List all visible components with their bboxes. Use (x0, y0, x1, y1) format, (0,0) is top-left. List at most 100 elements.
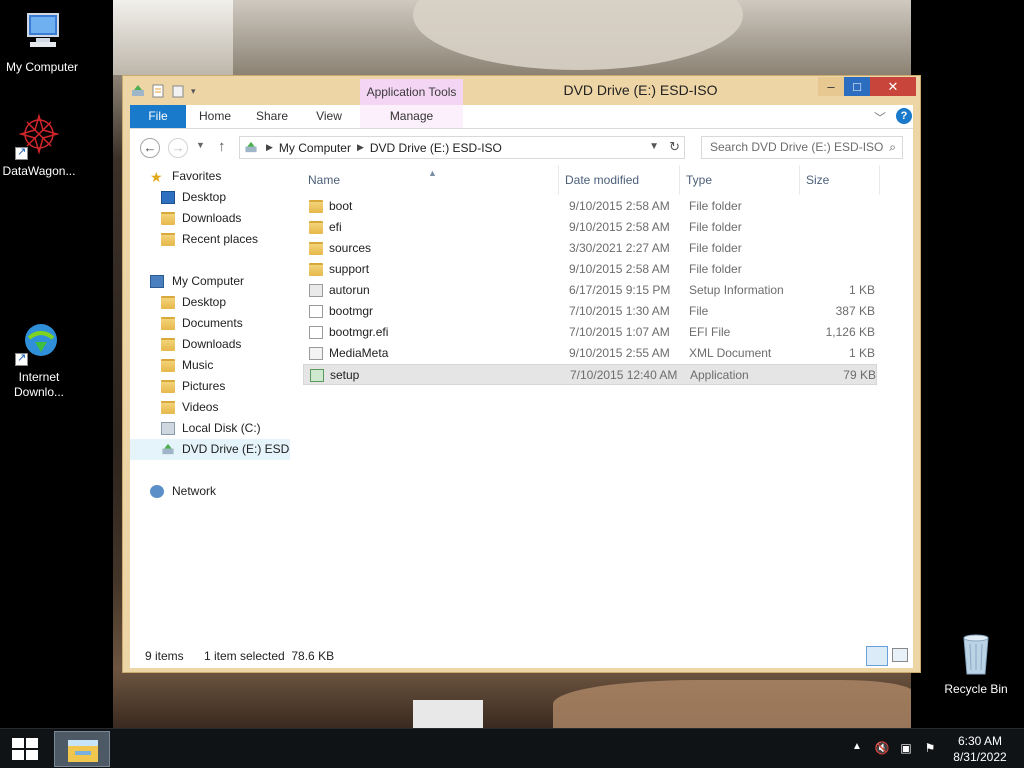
volume-muted-icon[interactable]: 🔇 (874, 741, 890, 757)
nav-computer-dvd-drive[interactable]: DVD Drive (E:) ESD-IS (130, 439, 290, 460)
datawagon-icon (15, 112, 63, 160)
expand-ribbon-chevron-icon[interactable]: ﹀ (874, 109, 886, 126)
desktop-icon-internet-download-manager[interactable]: InternetDownlo... (0, 318, 81, 400)
tab-view[interactable]: View (304, 105, 354, 128)
file-row-bootmgr-efi[interactable]: bootmgr.efi 7/10/2015 1:07 AM EFI File 1,12… (303, 322, 877, 343)
documents-folder-icon (161, 317, 175, 330)
file-type: File folder (689, 262, 742, 276)
window-title: DVD Drive (E:) ESD-ISO (563, 82, 718, 98)
file-type: Setup Information (689, 283, 784, 297)
ribbon-tabs: File Home Share View Manage ﹀ ? (130, 105, 913, 129)
forward-button[interactable]: → (168, 138, 188, 158)
file-size: 1 KB (848, 283, 875, 297)
nav-favorites[interactable]: ★ Favorites (130, 166, 290, 187)
column-header-type[interactable]: Type (680, 165, 800, 195)
title-bar[interactable]: ▾ Application Tools DVD Drive (E:) ESD-I… (123, 76, 920, 105)
file-name: efi (329, 220, 342, 234)
downloads-folder-icon (161, 338, 175, 351)
shortcut-arrow-icon (15, 145, 28, 160)
network-status-icon[interactable]: ▣ (898, 741, 914, 757)
file-row-support[interactable]: support 9/10/2015 2:58 AM File folder (303, 259, 877, 280)
breadcrumb-dvd-drive[interactable]: DVD Drive (E:) ESD-ISO (370, 141, 502, 155)
up-button[interactable]: ↑ (218, 138, 226, 155)
folder-icon (309, 200, 323, 213)
nav-favorites-downloads[interactable]: Downloads (130, 208, 290, 229)
status-selection: 1 item selected 78.6 KB (204, 649, 335, 663)
file-row-boot[interactable]: boot 9/10/2015 2:58 AM File folder (303, 196, 877, 217)
file-name: autorun (329, 283, 370, 297)
file-list: Name ▲ Date modified Type Size boot 9/10/… (302, 165, 913, 644)
nav-computer-desktop[interactable]: Desktop (130, 292, 290, 313)
column-header-name[interactable]: Name ▲ (302, 165, 559, 195)
tab-manage[interactable]: Manage (360, 105, 463, 128)
desktop-icon-my-computer[interactable]: My Computer (0, 8, 84, 75)
file-row-efi[interactable]: efi 9/10/2015 2:58 AM File folder (303, 217, 877, 238)
refresh-icon[interactable]: ↻ (669, 139, 680, 155)
new-folder-icon[interactable] (171, 84, 185, 98)
address-bar[interactable]: ▶ My Computer ▶ DVD Drive (E:) ESD-ISO ▼… (239, 136, 685, 159)
nav-my-computer[interactable]: My Computer (130, 271, 290, 292)
nav-computer-downloads[interactable]: Downloads (130, 334, 290, 355)
details-view-button[interactable] (866, 646, 888, 666)
qat-customize-icon[interactable]: ▾ (191, 86, 196, 97)
file-type: XML Document (689, 346, 772, 360)
recycle-bin-icon (952, 630, 1000, 678)
breadcrumb-my-computer[interactable]: My Computer (279, 141, 351, 155)
file-explorer-window: ▾ Application Tools DVD Drive (E:) ESD-I… (122, 75, 921, 673)
file-name: setup (330, 368, 360, 382)
setup-info-icon (309, 284, 323, 297)
computer-icon (150, 275, 164, 288)
tab-file[interactable]: File (130, 105, 186, 128)
navigation-pane: ★ Favorites Desktop Downloads Recent pla… (130, 165, 290, 644)
nav-computer-videos[interactable]: Videos (130, 397, 290, 418)
nav-computer-documents[interactable]: Documents (130, 313, 290, 334)
close-button[interactable]: ✕ (870, 77, 916, 96)
breadcrumb-separator-icon[interactable]: ▶ (266, 142, 273, 153)
desktop-icon (161, 191, 175, 204)
file-row-sources[interactable]: sources 3/30/2021 2:27 AM File folder (303, 238, 877, 259)
file-name: MediaMeta (329, 346, 389, 360)
action-center-icon[interactable]: ⚑ (922, 741, 938, 757)
clock[interactable]: 6:30 AM 8/31/2022 (946, 733, 1014, 765)
downloads-folder-icon (161, 212, 175, 225)
tab-home[interactable]: Home (190, 105, 240, 128)
videos-folder-icon (161, 401, 175, 414)
dvd-drive-icon (132, 85, 144, 96)
column-header-date-modified[interactable]: Date modified (559, 165, 680, 195)
desktop-icon-recycle-bin[interactable]: Recycle Bin (936, 630, 1016, 697)
file-size: 79 KB (843, 368, 876, 382)
recent-locations-chevron-icon[interactable]: ▼ (196, 140, 205, 150)
search-icon[interactable]: ⌕ (889, 137, 896, 158)
file-row-mediameta[interactable]: MediaMeta 9/10/2015 2:55 AM XML Document 1 … (303, 343, 877, 364)
nav-favorites-desktop[interactable]: Desktop (130, 187, 290, 208)
nav-computer-pictures[interactable]: Pictures (130, 376, 290, 397)
file-date-modified: 7/10/2015 1:30 AM (569, 304, 670, 318)
navigation-bar: ← → ▼ ↑ ▶ My Computer ▶ DVD Drive (E:) E… (130, 129, 913, 165)
breadcrumb-separator-icon[interactable]: ▶ (357, 142, 364, 153)
minimize-button[interactable]: – (818, 77, 844, 96)
nav-network[interactable]: Network (130, 481, 290, 502)
file-date-modified: 9/10/2015 2:55 AM (569, 346, 670, 360)
start-button[interactable] (12, 738, 38, 760)
file-row-setup[interactable]: setup 7/10/2015 12:40 AM Application 79 KB (303, 364, 877, 385)
help-icon[interactable]: ? (896, 108, 912, 124)
tab-share[interactable]: Share (247, 105, 297, 128)
column-header-size[interactable]: Size (800, 165, 880, 195)
file-row-bootmgr[interactable]: bootmgr 7/10/2015 1:30 AM File 387 KB (303, 301, 877, 322)
desktop-icon-datawagon[interactable]: DataWagon... (0, 112, 81, 179)
address-history-dropdown-icon[interactable]: ▼ (649, 141, 659, 152)
application-icon (310, 369, 324, 382)
nav-computer-music[interactable]: Music (130, 355, 290, 376)
nav-computer-local-disk[interactable]: Local Disk (C:) (130, 418, 290, 439)
status-item-count: 9 items (145, 649, 184, 663)
back-button[interactable]: ← (140, 138, 160, 158)
nav-favorites-recent-places[interactable]: Recent places (130, 229, 290, 250)
sort-ascending-icon: ▲ (428, 168, 437, 178)
show-hidden-icons-icon[interactable]: ▲ (852, 741, 862, 752)
properties-icon[interactable] (151, 84, 165, 98)
large-icons-view-button[interactable] (892, 648, 908, 662)
maximize-button[interactable]: □ (844, 77, 870, 96)
taskbar-file-explorer[interactable] (54, 731, 110, 767)
file-row-autorun[interactable]: autorun 6/17/2015 9:15 PM Setup Informatio… (303, 280, 877, 301)
search-input[interactable]: Search DVD Drive (E:) ESD-ISO ⌕ (701, 136, 903, 159)
